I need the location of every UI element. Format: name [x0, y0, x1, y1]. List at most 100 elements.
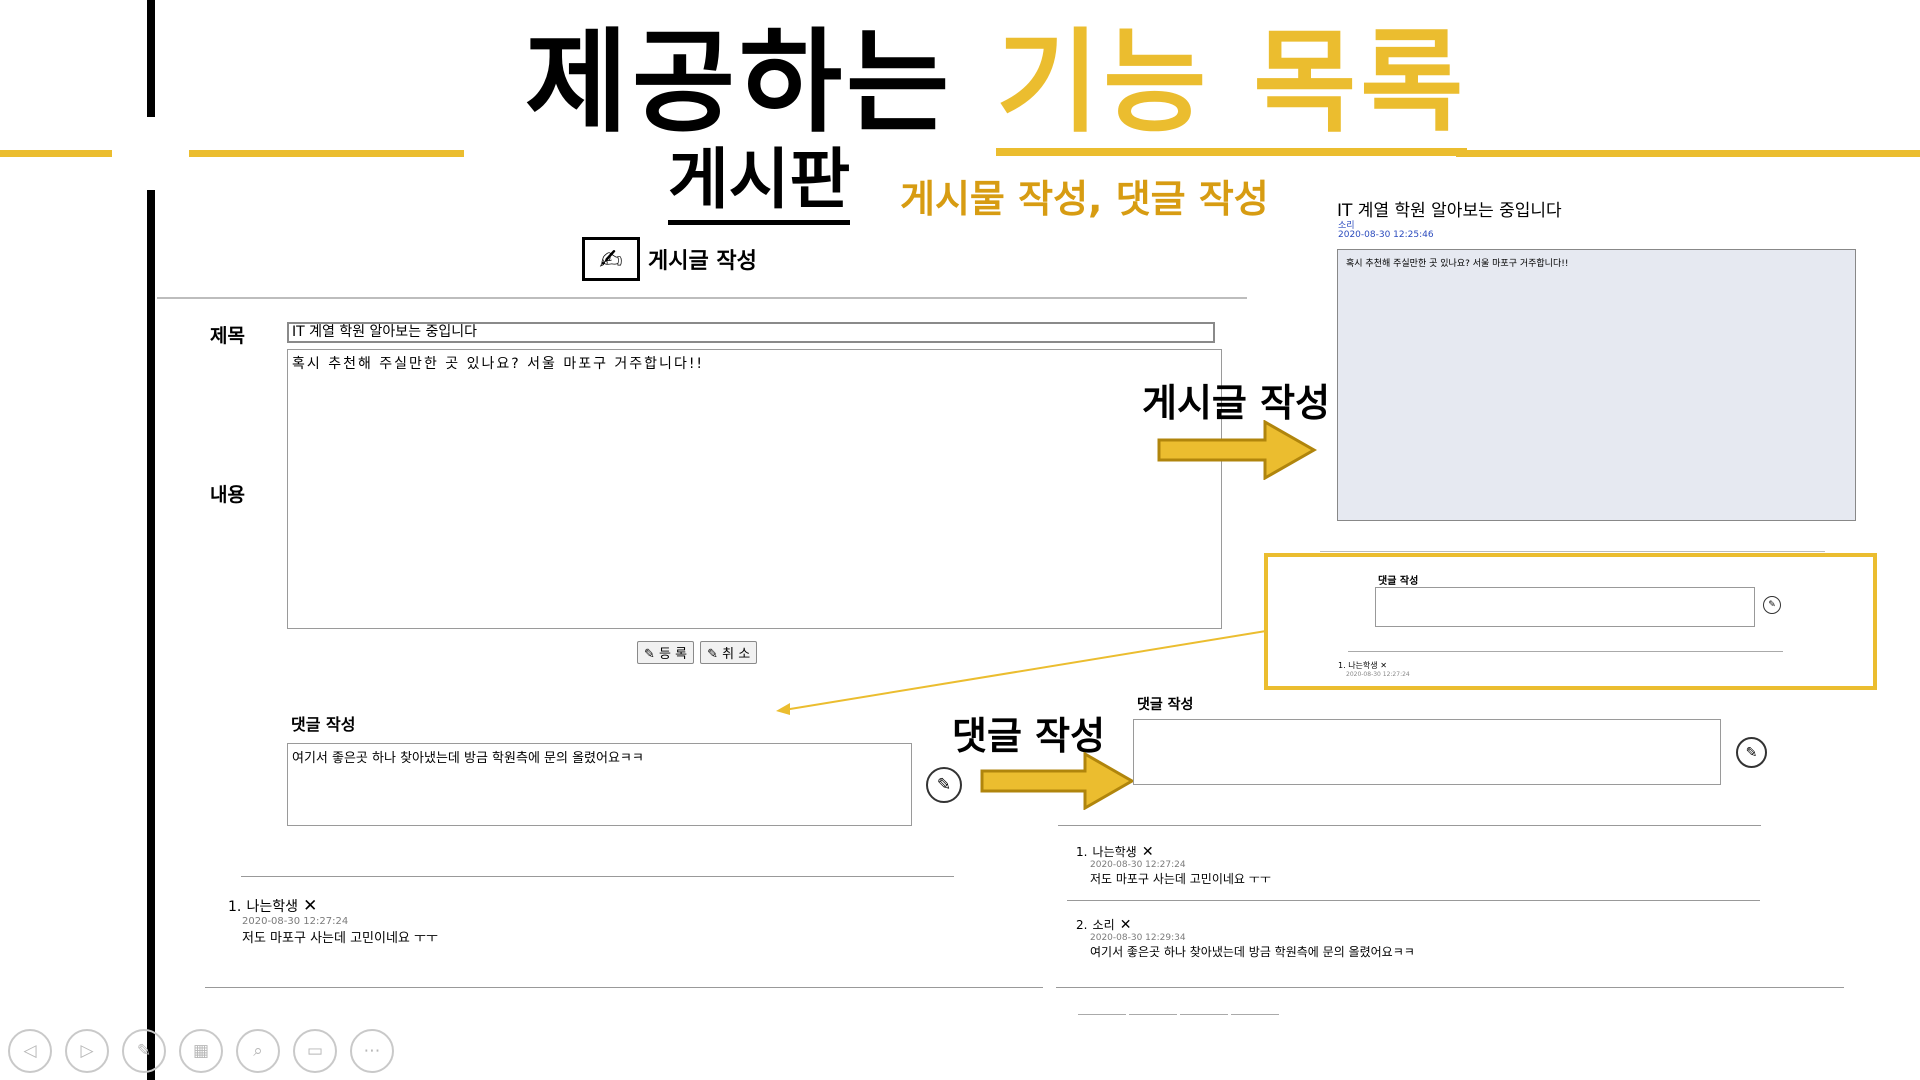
subtitles-button[interactable]: ▭	[293, 1029, 337, 1073]
right-comment-2-text: 여기서 좋은곳 하나 찾아냈는데 방금 학원측에 문의 올렸어요ㅋㅋ	[1090, 945, 1415, 959]
next-icon: ▷	[80, 1041, 94, 1061]
right-comment-mid-divider	[1067, 900, 1760, 901]
right-comment-1-head: 1. 나는학생 ✕	[1076, 841, 1576, 860]
zoom-button[interactable]: ⌕	[236, 1029, 280, 1073]
post-view-date: 2020-08-30 12:25:46	[1338, 230, 1434, 240]
section-description: 게시물 작성, 댓글 작성	[900, 177, 1269, 221]
subtitles-icon: ▭	[306, 1041, 324, 1061]
zoom-comment-textarea[interactable]	[1375, 587, 1755, 627]
right-comment-2-date: 2020-08-30 12:29:34	[1090, 933, 1186, 943]
right-comment-2-author: 소리	[1092, 918, 1115, 932]
left-comment-author: 나는학생	[246, 899, 298, 915]
register-label: 등 록	[659, 647, 688, 662]
post-view-title: IT 계열 학원 알아보는 중입니다	[1337, 201, 1562, 221]
right-comment-2-head: 2. 소리 ✕	[1076, 914, 1676, 933]
left-comment-label: 댓글 작성	[291, 715, 356, 734]
write-form-divider	[157, 297, 1247, 299]
left-comment-text: 저도 마포구 사는데 고민이네요 ㅜㅜ	[242, 931, 438, 946]
post-arrow	[1157, 420, 1317, 480]
post-view-content: 혹시 추천해 주실만한 곳 있나요? 서울 마포구 거주합니다!!	[1337, 249, 1856, 521]
zoom-comment-author: 나는학생	[1348, 661, 1378, 670]
right-pagination-stubs	[1078, 1014, 1279, 1019]
comment-zoom-box: 댓글 작성 ✎ 1. 나는학생 ✕ 2020-08-30 12:27:24	[1264, 553, 1877, 690]
page-stub-3[interactable]	[1180, 1014, 1228, 1019]
yellow-line-left-1	[0, 150, 112, 157]
write-form-title: 게시글 작성	[648, 249, 757, 274]
pointer-line-stroke	[783, 630, 1267, 711]
right-comment-submit-button[interactable]: ✎	[1736, 737, 1767, 768]
right-bottom-divider	[1056, 987, 1844, 988]
right-comment-divider	[1058, 825, 1761, 826]
left-vertical-bar-top	[147, 0, 155, 117]
title-label: 제목	[210, 325, 245, 347]
cancel-label: 취 소	[722, 647, 751, 662]
write-icon: ✍	[582, 237, 640, 281]
presentation-controls: ◁ ▷ ✎ ▦ ⌕ ▭ ⋯	[8, 1029, 394, 1073]
yellow-line-left-2	[189, 150, 464, 157]
left-vertical-bar-bottom	[147, 190, 155, 1080]
prev-icon: ◁	[23, 1041, 37, 1061]
yellow-line-right	[1456, 150, 1920, 157]
slide-title-yellow: 기능 목록	[996, 18, 1468, 156]
zoom-comment-item: 1. 나는학생 ✕ 2020-08-30 12:27:24	[1338, 660, 1410, 678]
left-bottom-divider	[205, 987, 1043, 988]
comment-arrow	[980, 752, 1135, 810]
right-comment-item-1: 1. 나는학생 ✕ 2020-08-30 12:27:24 저도 마포구 사는데…	[1076, 841, 1576, 887]
slide-title-black: 제공하는	[525, 18, 954, 148]
comment-arrow-shape	[980, 752, 1135, 810]
write-form-header: ✍ 게시글 작성	[582, 237, 757, 281]
pen-icon: ✎	[136, 1041, 152, 1061]
post-arrow-label: 게시글 작성	[1142, 381, 1331, 425]
right-comment-label: 댓글 작성	[1137, 697, 1194, 713]
page-stub-2[interactable]	[1129, 1014, 1177, 1019]
left-comment-divider	[241, 876, 954, 877]
right-comment-1-delete-icon[interactable]: ✕	[1142, 844, 1154, 860]
right-comment-textarea[interactable]	[1133, 719, 1721, 785]
zoom-delete-icon[interactable]: ✕	[1380, 661, 1387, 670]
left-pencil-icon: ✎	[936, 775, 952, 795]
post-view-divider	[1320, 551, 1825, 552]
zoom-divider	[1348, 651, 1783, 652]
zoom-comment-label: 댓글 작성	[1378, 576, 1419, 587]
slides-icon: ▦	[192, 1041, 210, 1061]
page-stub-1[interactable]	[1078, 1014, 1126, 1019]
title-input[interactable]: IT 계열 학원 알아보는 중입니다	[287, 322, 1215, 343]
more-icon: ⋯	[363, 1041, 381, 1061]
left-comment-textarea[interactable]: 여기서 좋은곳 하나 찾아냈는데 방금 학원측에 문의 올렸어요ㅋㅋ	[287, 743, 912, 826]
content-label: 내용	[210, 484, 245, 506]
post-arrow-shape	[1157, 420, 1317, 480]
left-comment-item: 1. 나는학생 ✕ 2020-08-30 12:27:24 저도 마포구 사는데…	[228, 896, 728, 946]
prev-slide-button[interactable]: ◁	[8, 1029, 52, 1073]
zoom-comment-date: 2020-08-30 12:27:24	[1346, 671, 1410, 678]
slide-overview-button[interactable]: ▦	[179, 1029, 223, 1073]
left-comment-head: 1. 나는학생 ✕	[228, 896, 728, 916]
right-comment-1-author: 나는학생	[1092, 845, 1137, 859]
zoom-pencil-icon: ✎	[1768, 600, 1776, 610]
more-options-button[interactable]: ⋯	[350, 1029, 394, 1073]
right-comment-2-delete-icon[interactable]: ✕	[1120, 917, 1132, 933]
slide-title: 제공하는 기능 목록	[525, 18, 1468, 156]
right-comment-2-index: 2.	[1076, 918, 1088, 932]
register-button[interactable]: ✎ 등 록	[637, 641, 695, 664]
section-title: 게시판	[668, 140, 851, 225]
right-comment-1-text: 저도 마포구 사는데 고민이네요 ㅜㅜ	[1090, 872, 1271, 886]
page-stub-4[interactable]	[1231, 1014, 1279, 1019]
right-comment-item-2: 2. 소리 ✕ 2020-08-30 12:29:34 여기서 좋은곳 하나 찾…	[1076, 914, 1676, 960]
register-pencil-icon: ✎	[644, 647, 655, 662]
right-comment-1-date: 2020-08-30 12:27:24	[1090, 860, 1186, 870]
zoom-comment-submit-button[interactable]: ✎	[1763, 596, 1781, 614]
pointer-line-head	[776, 703, 790, 715]
zoom-icon: ⌕	[253, 1041, 263, 1061]
left-comment-submit-button[interactable]: ✎	[926, 767, 962, 803]
right-comment-1-index: 1.	[1076, 845, 1088, 859]
pen-tool-button[interactable]: ✎	[122, 1029, 166, 1073]
content-textarea[interactable]: 혹시 추천해 주실만한 곳 있나요? 서울 마포구 거주합니다!!	[287, 349, 1222, 629]
cancel-pencil-icon: ✎	[707, 647, 719, 662]
left-comment-index: 1.	[228, 899, 242, 915]
pointer-line	[776, 630, 1267, 715]
zoom-comment-index: 1.	[1338, 661, 1346, 670]
right-pencil-icon: ✎	[1745, 744, 1758, 761]
cancel-button[interactable]: ✎ 취 소	[700, 641, 758, 664]
next-slide-button[interactable]: ▷	[65, 1029, 109, 1073]
left-comment-delete-icon[interactable]: ✕	[303, 896, 317, 916]
